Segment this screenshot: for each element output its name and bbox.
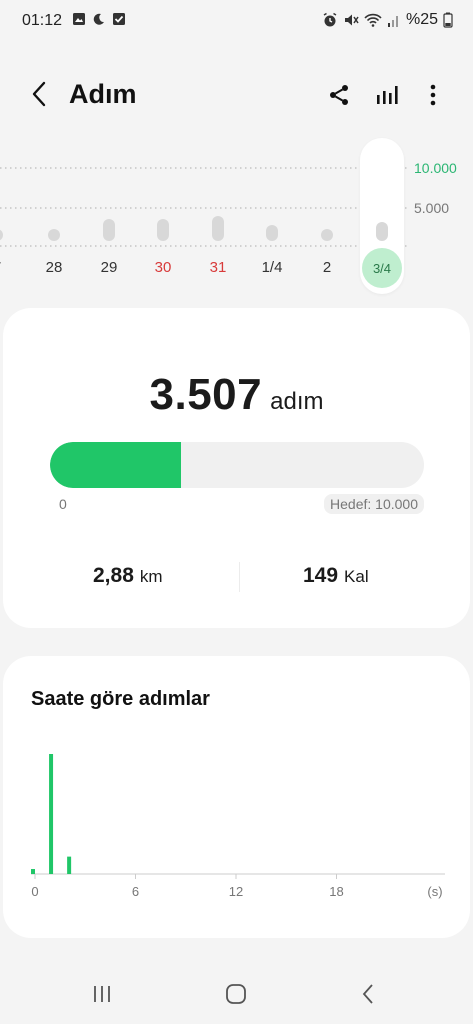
recents-button[interactable]	[78, 972, 126, 1016]
calories-unit: Kal	[344, 567, 369, 586]
wifi-icon	[364, 13, 382, 27]
status-left-icons	[72, 12, 126, 26]
goal-axis-label: 10.000	[414, 160, 457, 176]
day-label: 2	[322, 259, 332, 276]
mute-icon	[344, 14, 359, 26]
progress-min-label: 0	[59, 496, 67, 512]
day-bar	[48, 229, 60, 241]
page-title: Adım	[69, 79, 137, 109]
day-column[interactable]: 29	[87, 136, 131, 296]
status-bar: 01:12 %25	[0, 0, 473, 44]
hourly-tick-label: (s)	[427, 884, 442, 899]
weekly-steps-chart: 3/4 10.000 5.000 7282930311/42	[0, 136, 473, 301]
day-label: 30	[154, 259, 172, 276]
check-box-icon	[113, 13, 125, 25]
distance-metric: 2,88 km	[93, 564, 163, 588]
day-column[interactable]: 7	[0, 136, 19, 296]
day-column[interactable]: 31	[196, 136, 240, 296]
signal-icon	[387, 16, 398, 27]
day-bar	[0, 229, 3, 241]
home-icon	[226, 984, 246, 1004]
steps-progress-bar	[50, 442, 424, 488]
hourly-bar	[31, 869, 35, 874]
day-bar	[212, 216, 224, 241]
day-bar	[266, 225, 278, 241]
back-button[interactable]	[24, 78, 56, 110]
hourly-bar	[67, 856, 72, 874]
day-bar	[103, 219, 115, 241]
day-column[interactable]	[360, 136, 404, 296]
chart-icon	[377, 86, 398, 104]
calories-metric: 149 Kal	[303, 564, 369, 588]
day-label: 1/4	[261, 259, 283, 276]
day-label: 7	[0, 259, 19, 276]
day-label: 31	[209, 259, 227, 276]
steps-count: 3.507	[149, 370, 263, 419]
hourly-steps-chart: 0 6 12 18 (s)	[31, 754, 445, 899]
app-bar: Adım	[0, 70, 473, 122]
distance-value: 2,88	[93, 564, 134, 587]
status-right: %25	[322, 11, 453, 29]
day-column[interactable]: 30	[141, 136, 185, 296]
chart-button[interactable]	[373, 80, 403, 110]
steps-progress-fill	[50, 442, 182, 488]
navigation-bar	[0, 960, 473, 1024]
goal-badge: Hedef: 10.000	[324, 494, 424, 514]
share-button[interactable]	[324, 80, 354, 110]
hourly-tick-label: 0	[31, 884, 38, 899]
back-arrow-icon	[32, 81, 46, 107]
day-column[interactable]: 2	[305, 136, 349, 296]
day-label: 28	[45, 259, 63, 276]
distance-unit: km	[139, 567, 163, 586]
recents-icon	[94, 986, 110, 1002]
metric-divider	[239, 562, 240, 592]
home-button[interactable]	[212, 972, 260, 1016]
steps-display: 3.507 adım	[3, 370, 470, 420]
hourly-bar	[49, 754, 54, 874]
nav-back-button[interactable]	[344, 972, 392, 1016]
day-label: 29	[100, 259, 118, 276]
day-column[interactable]: 28	[32, 136, 76, 296]
day-bar	[321, 229, 333, 241]
image-icon	[73, 13, 85, 25]
day-bar	[157, 219, 169, 241]
hourly-tick-label: 18	[329, 884, 343, 899]
battery-icon	[443, 12, 453, 28]
more-options-button[interactable]	[418, 80, 448, 110]
hourly-steps-card[interactable]: Saate göre adımlar 0 6 12 18 (s)	[3, 656, 470, 938]
day-bar	[376, 222, 388, 241]
summary-card: 3.507 adım 0 Hedef: 10.000 2,88 km 149 Kal	[3, 308, 470, 628]
day-column[interactable]: 1/4	[250, 136, 294, 296]
steps-unit: adım	[270, 388, 324, 415]
more-icon	[430, 84, 436, 106]
calories-value: 149	[303, 564, 339, 587]
back-icon	[362, 984, 373, 1004]
mid-axis-label: 5.000	[414, 200, 450, 216]
share-icon	[330, 85, 348, 105]
hourly-tick-label: 12	[229, 884, 243, 899]
moon-icon	[93, 13, 104, 25]
alarm-icon	[323, 12, 337, 27]
hourly-tick-label: 6	[132, 884, 139, 899]
battery-text: %25	[405, 11, 438, 28]
status-time: 01:12	[22, 12, 63, 29]
